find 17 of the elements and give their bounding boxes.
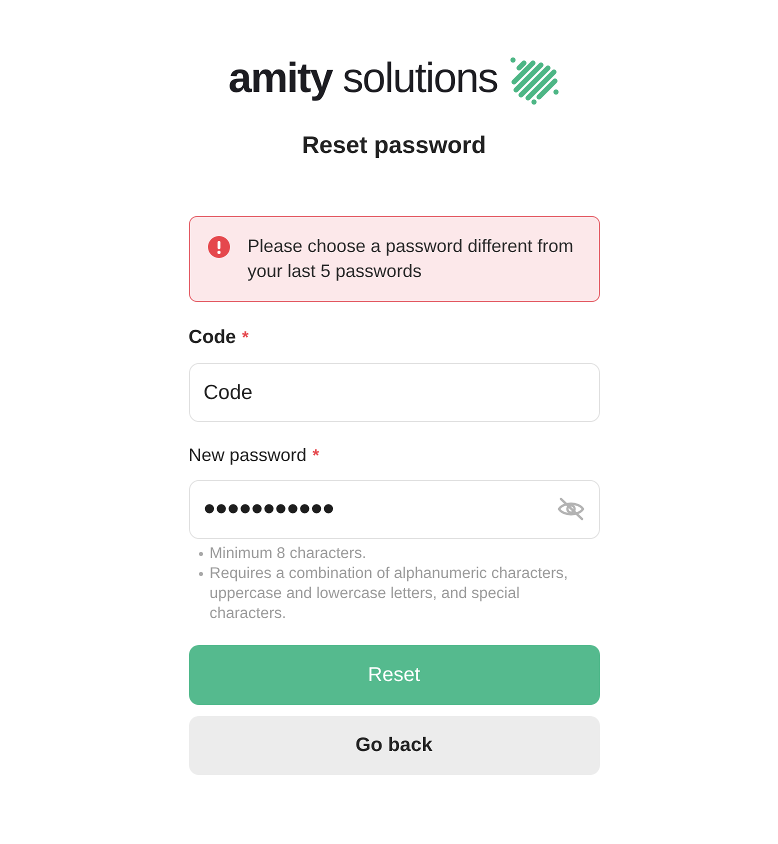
code-field[interactable]: Code (188, 363, 600, 422)
field-label: New password (188, 444, 307, 467)
field-label: Code (188, 326, 236, 350)
striped-logo-icon (508, 55, 560, 105)
required-mark: * (242, 327, 249, 349)
eye-slash-icon[interactable] (556, 497, 584, 521)
error-icon (208, 236, 230, 258)
alert-message: Please choose a password different from your last 5 passwords (248, 235, 574, 283)
bullet-icon (198, 572, 202, 576)
page-title: Reset password (302, 132, 486, 160)
bullet-icon (198, 552, 202, 556)
hint-text: Requires a combination of alphanumeric characters, uppercase and lowercase letters, and special characters. (210, 564, 569, 624)
logo-wordmark: amity solutions (228, 55, 498, 103)
required-mark: * (312, 445, 320, 467)
hint-text: Minimum 8 characters. (210, 544, 366, 564)
password-field[interactable]: ••••••••••• (188, 480, 600, 539)
go-back-button[interactable]: Go back (188, 716, 600, 775)
